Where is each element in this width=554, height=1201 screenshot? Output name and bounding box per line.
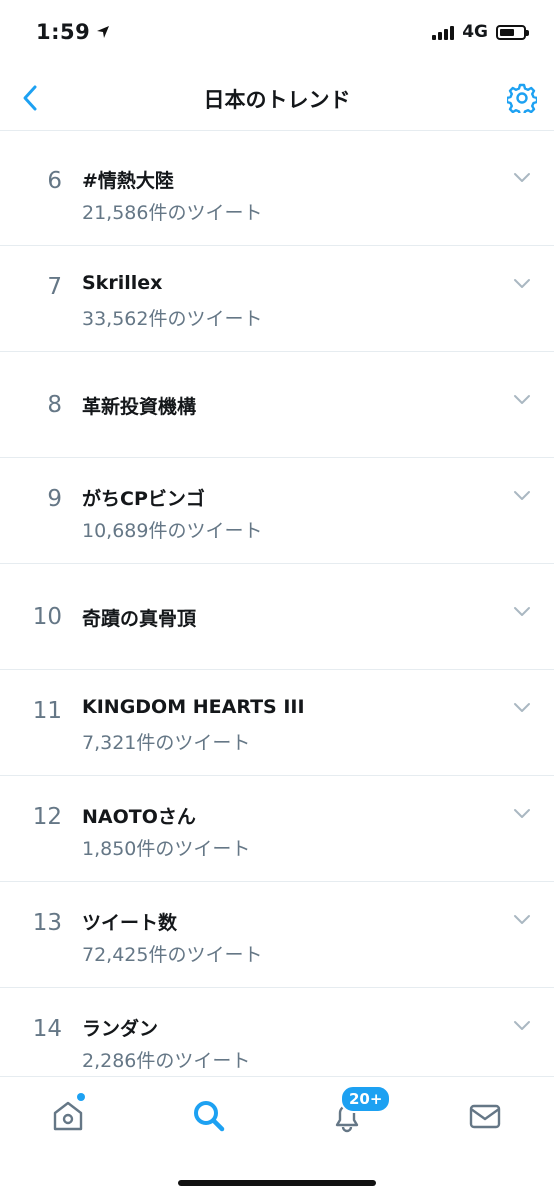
trend-tweet-count: 72,425件のツイート [82,944,263,966]
location-arrow-icon [97,26,110,38]
chevron-down-icon[interactable] [512,274,532,294]
chevron-down-icon[interactable] [512,168,532,188]
trend-row[interactable]: 10 奇蹟の真骨頂 [0,564,554,670]
network-type: 4G [462,22,488,42]
clock-text: 1:59 [36,20,91,44]
mail-icon [469,1104,501,1129]
trend-row[interactable]: 7 Skrillex 33,562件のツイート [0,246,554,352]
chevron-down-icon[interactable] [512,910,532,930]
home-icon [53,1101,83,1131]
trend-name[interactable]: NAOTOさん [82,802,196,829]
trend-name[interactable]: #情熱大陸 [82,166,174,193]
trend-name[interactable]: KINGDOM HEARTS III [82,696,305,718]
trend-rank: 7 [47,274,62,300]
trend-name[interactable]: がちCPビンゴ [82,484,205,511]
trend-name[interactable]: ツイート数 [82,908,177,935]
nav-header: 日本のトレンド [0,66,554,131]
chevron-down-icon[interactable] [512,1016,532,1036]
new-content-dot [77,1093,85,1101]
trend-rank: 9 [47,486,62,512]
trend-rank: 11 [32,698,62,724]
trend-tweet-count: 21,586件のツイート [82,202,263,224]
status-time: 1:59 [36,20,110,44]
trend-rank: 14 [32,1016,62,1042]
trend-tweet-count: 10,689件のツイート [82,520,263,542]
chevron-down-icon[interactable] [512,804,532,824]
settings-button[interactable] [504,80,540,116]
trend-rank: 12 [32,804,62,830]
status-bar: 1:59 4G [0,0,554,66]
trend-row[interactable]: 9 がちCPビンゴ 10,689件のツイート [0,458,554,564]
trend-name[interactable]: ランダン [82,1014,158,1041]
notification-badge: 20+ [340,1085,392,1113]
tab-home[interactable] [44,1095,92,1137]
status-indicators: 4G [432,22,529,42]
tab-messages[interactable] [461,1095,509,1137]
tab-search[interactable] [185,1095,233,1137]
trend-tweet-count: 7,321件のツイート [82,732,251,754]
chevron-down-icon[interactable] [512,390,532,410]
trend-name[interactable]: 奇蹟の真骨頂 [82,604,196,631]
trend-rank: 6 [47,168,62,194]
trend-row[interactable]: 13 ツイート数 72,425件のツイート [0,882,554,988]
trend-row[interactable]: 12 NAOTOさん 1,850件のツイート [0,776,554,882]
battery-icon [496,24,529,40]
cellular-signal-icon [432,24,455,40]
home-indicator[interactable] [178,1180,376,1186]
trend-tweet-count: 33,562件のツイート [82,308,263,330]
trend-name[interactable]: Skrillex [82,272,162,294]
page-title: 日本のトレンド [203,88,351,112]
trend-tweet-count: 2,286件のツイート [82,1050,251,1072]
trend-row[interactable]: 8 革新投資機構 [0,352,554,458]
trend-row[interactable]: 11 KINGDOM HEARTS III 7,321件のツイート [0,670,554,776]
trend-name[interactable]: 革新投資機構 [82,392,196,419]
chevron-down-icon[interactable] [512,698,532,718]
chevron-down-icon[interactable] [512,602,532,622]
trend-rank: 13 [32,910,62,936]
trends-list: 6 #情熱大陸 21,586件のツイート 7 Skrillex 33,562件の… [0,140,554,1094]
trend-rank: 10 [32,604,62,630]
trend-row[interactable]: 6 #情熱大陸 21,586件のツイート [0,140,554,246]
trend-rank: 8 [47,392,62,418]
chevron-down-icon[interactable] [512,486,532,506]
search-icon [194,1101,225,1132]
gear-icon [507,83,537,113]
trend-tweet-count: 1,850件のツイート [82,838,251,860]
